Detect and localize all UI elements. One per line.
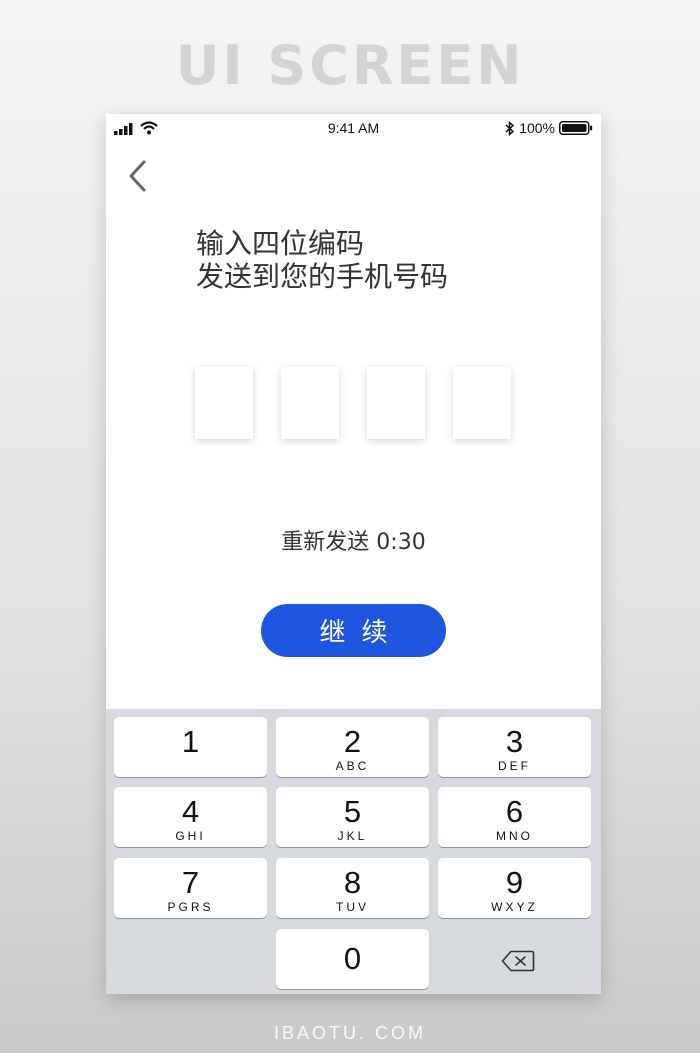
- key-0[interactable]: 0: [276, 929, 429, 989]
- back-button[interactable]: [124, 158, 154, 194]
- key-4[interactable]: 4 GHI: [114, 787, 267, 847]
- key-6[interactable]: 6 MNO: [438, 787, 591, 847]
- key-digit: 5: [343, 794, 362, 829]
- key-digit: 2: [343, 724, 362, 759]
- key-letters: JKL: [337, 829, 368, 843]
- bluetooth-icon: [505, 120, 515, 136]
- prompt-text: 输入四位编码 发送到您的手机号码: [196, 227, 448, 293]
- numeric-keypad: 1 2 ABC 3 DEF 4 GHI 5 JKL 6 MNO 7 PGRS 8: [106, 709, 601, 994]
- key-digit: 6: [505, 794, 524, 829]
- key-digit: 7: [181, 865, 200, 900]
- key-letters: WXYZ: [491, 900, 538, 914]
- prompt-line-2: 发送到您的手机号码: [196, 260, 449, 293]
- key-letters: TUV: [336, 900, 369, 914]
- key-digit: 1: [181, 724, 200, 759]
- delete-key[interactable]: [488, 941, 548, 981]
- code-input-1[interactable]: [195, 367, 253, 439]
- watermark: IBAOTU. COM: [273, 1023, 426, 1043]
- key-3[interactable]: 3 DEF: [438, 717, 591, 777]
- key-digit: 8: [343, 865, 362, 900]
- resend-link[interactable]: 重新发送 0:30: [106, 524, 601, 556]
- key-1[interactable]: 1: [114, 717, 267, 777]
- key-digit: 9: [505, 865, 524, 900]
- code-input-3[interactable]: [367, 367, 425, 439]
- code-input-4[interactable]: [453, 367, 511, 439]
- key-letters: ABC: [335, 759, 370, 773]
- resend-label: 重新发送: [281, 530, 370, 555]
- key-9[interactable]: 9 WXYZ: [438, 858, 591, 918]
- key-letters: DEF: [498, 759, 531, 773]
- prompt-line-1: 输入四位编码: [196, 227, 365, 260]
- status-bar: 9:41 AM 100%: [106, 114, 601, 142]
- key-digit: 3: [505, 724, 524, 759]
- backspace-icon: [501, 950, 535, 972]
- battery-icon: [559, 121, 593, 135]
- key-2[interactable]: 2 ABC: [276, 717, 429, 777]
- key-letters: GHI: [175, 829, 206, 843]
- code-input-group: [195, 367, 511, 439]
- key-digit: 0: [343, 941, 362, 976]
- phone-screen: 9:41 AM 100% 输入四位编码 发送到您的手机号码 重新发送 0:30: [106, 114, 601, 994]
- key-digit: 4: [181, 794, 200, 829]
- key-8[interactable]: 8 TUV: [276, 858, 429, 918]
- page-heading: UI SCREEN: [175, 34, 525, 97]
- key-5[interactable]: 5 JKL: [276, 787, 429, 847]
- code-input-2[interactable]: [281, 367, 339, 439]
- key-letters: PGRS: [167, 900, 214, 914]
- key-letters: MNO: [496, 829, 533, 843]
- chevron-left-icon: [129, 160, 146, 192]
- continue-button[interactable]: 继续: [261, 604, 446, 657]
- status-right: 100%: [505, 120, 593, 136]
- battery-percent: 100%: [519, 120, 555, 136]
- key-7[interactable]: 7 PGRS: [114, 858, 267, 918]
- resend-countdown: 0:30: [376, 530, 426, 555]
